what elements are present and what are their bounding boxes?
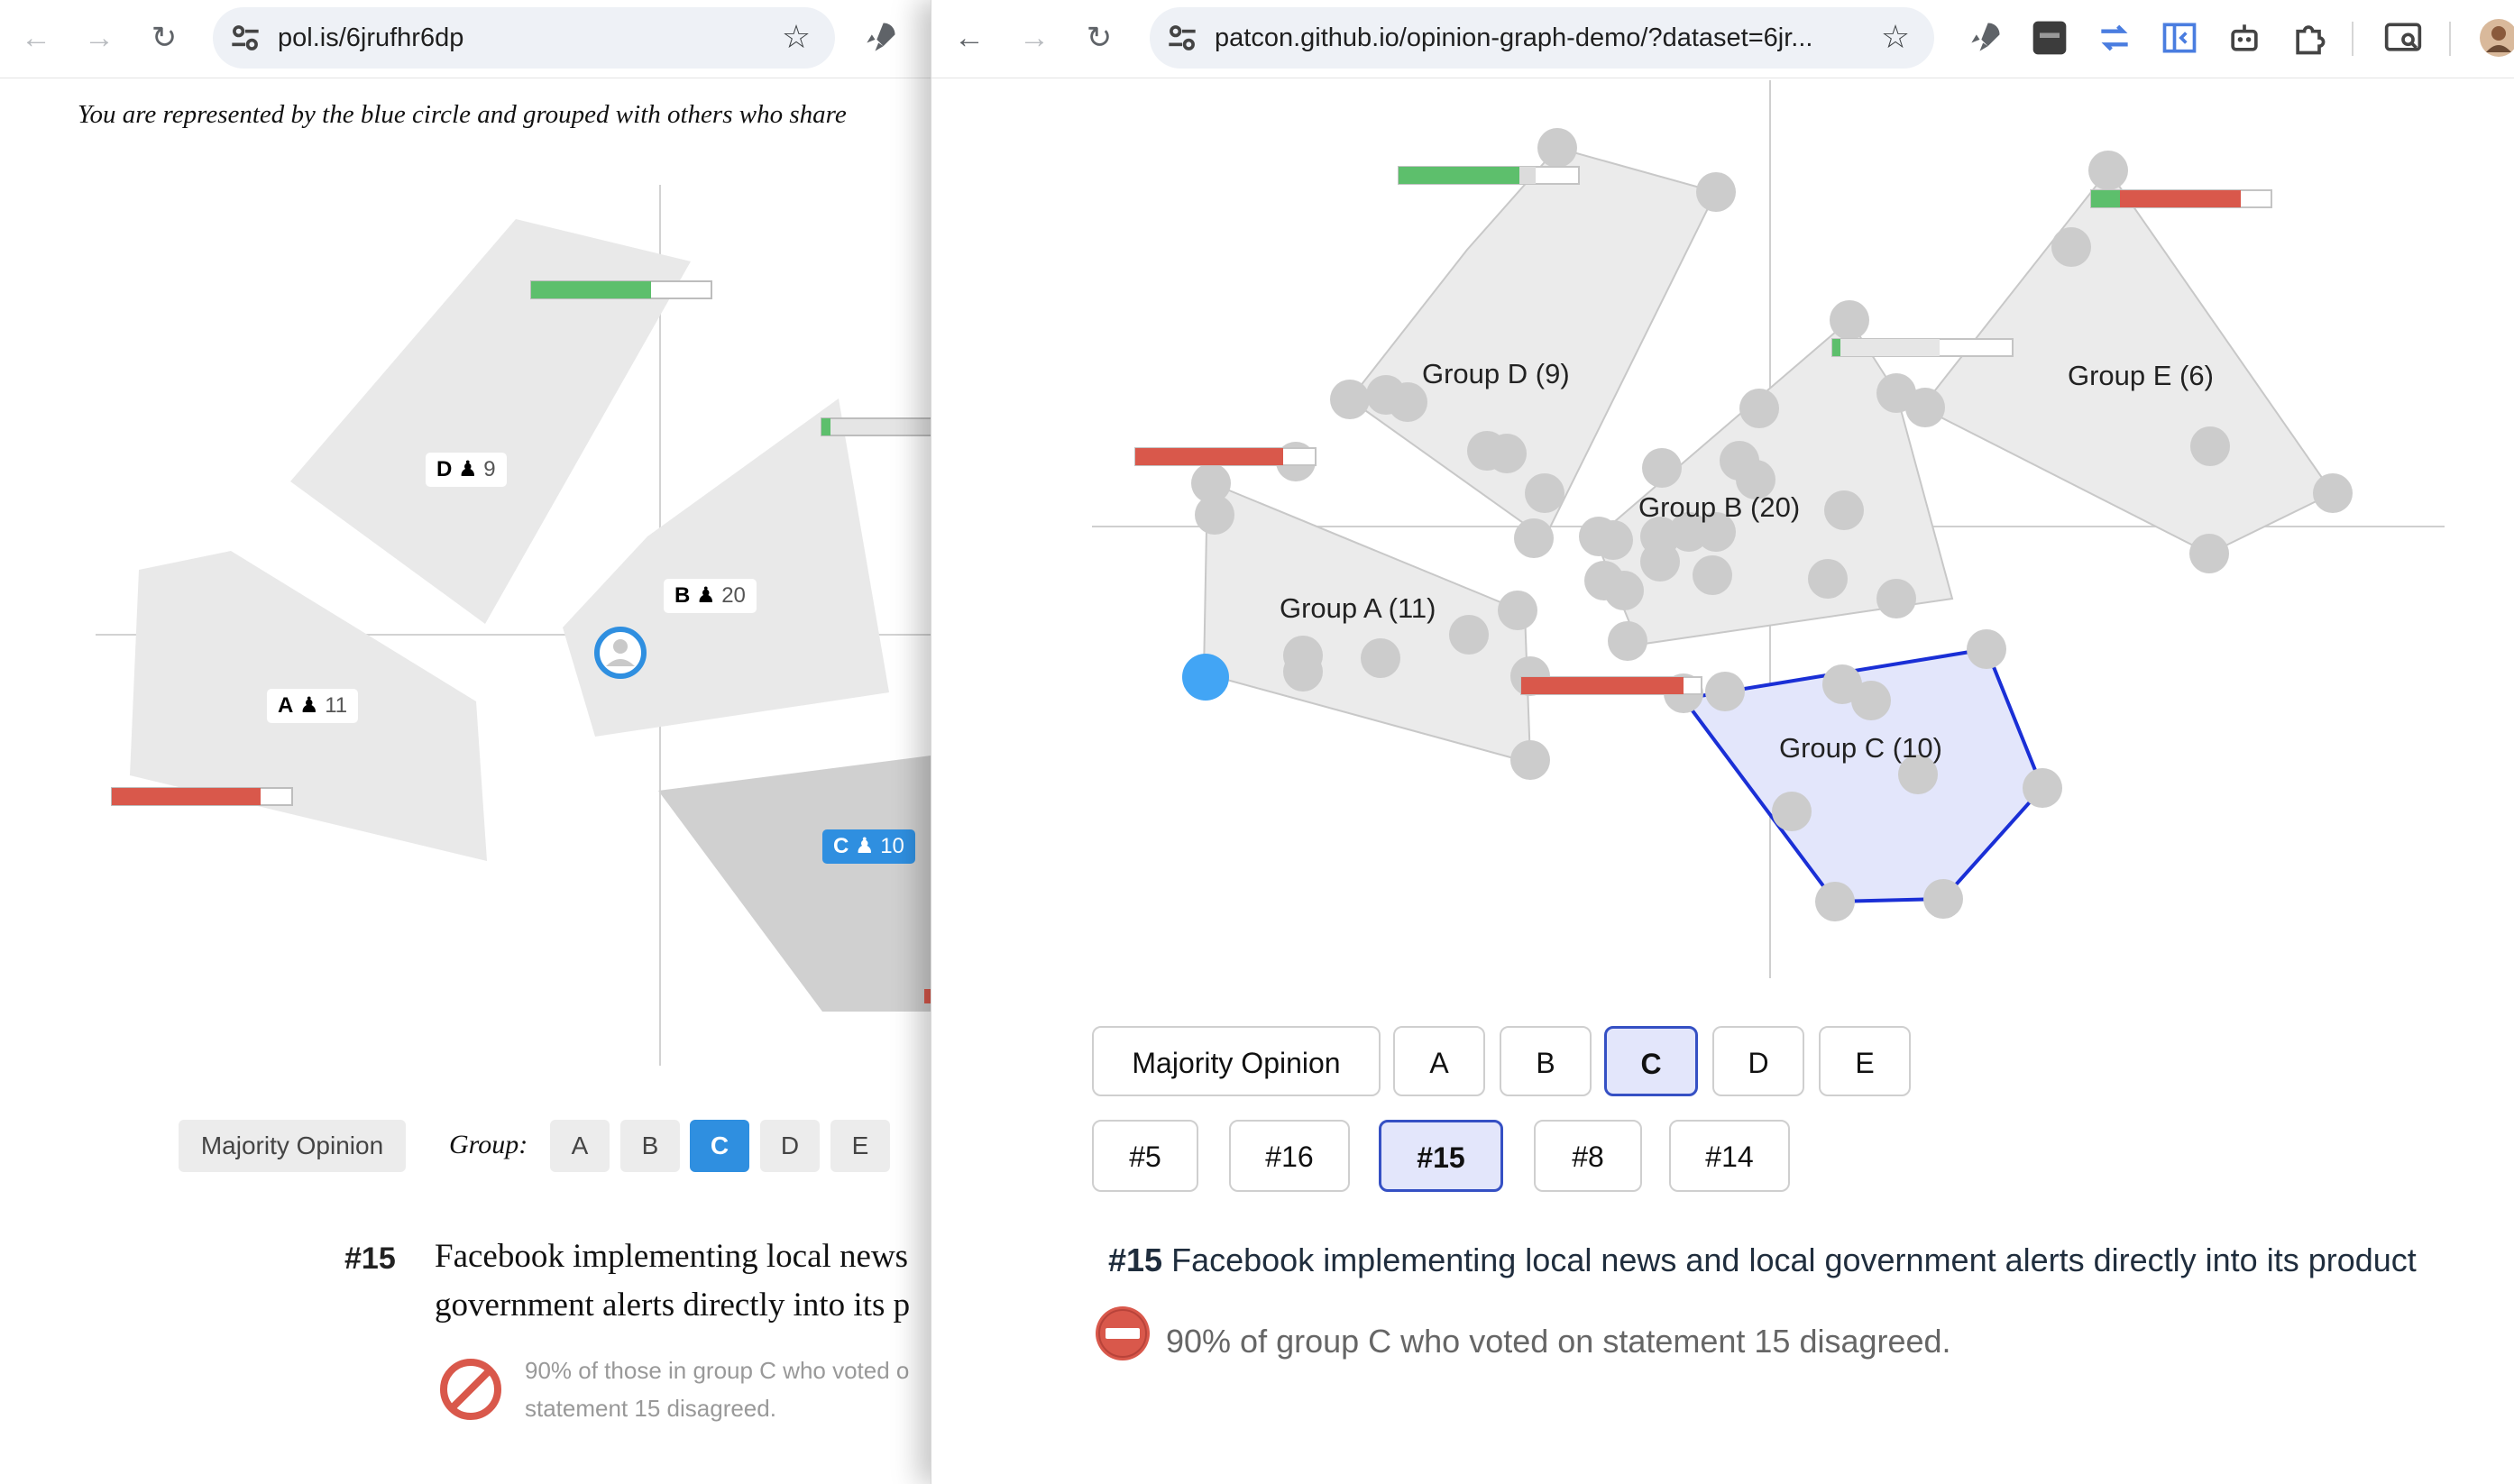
sidebar-extension-icon[interactable] xyxy=(2160,18,2199,58)
badge-c-letter: C xyxy=(833,834,849,858)
polis-group-label: Group: xyxy=(449,1130,528,1159)
left-address-bar[interactable]: pol.is/6jrufhr6dp ☆ xyxy=(213,7,835,69)
badge-b-count: 20 xyxy=(721,583,746,608)
badge-d-letter: D xyxy=(436,457,453,481)
polis-bar-b xyxy=(821,417,938,436)
polis-user-marker xyxy=(594,627,647,679)
demo-label-group-d: Group D (9) xyxy=(1422,358,1570,389)
site-settings-icon[interactable] xyxy=(1162,18,1202,58)
no-entry-icon xyxy=(1096,1306,1150,1360)
reload-icon[interactable]: ↻ xyxy=(144,18,184,58)
demo-bar-b xyxy=(1831,338,2014,357)
polis-badge-b[interactable]: B ♟ 20 xyxy=(664,579,757,613)
polis-content: You are represented by the blue circle a… xyxy=(0,78,938,1484)
polis-badge-c[interactable]: C ♟ 10 xyxy=(822,829,915,864)
polis-badge-a[interactable]: A ♟ 11 xyxy=(267,689,359,723)
demo-statement-button-5[interactable]: #5 xyxy=(1092,1120,1198,1192)
demo-statement-button-16[interactable]: #16 xyxy=(1229,1120,1350,1192)
people-icon: ♟ xyxy=(452,457,484,481)
polis-group-button-c[interactable]: C xyxy=(690,1120,749,1172)
polis-group-button-e[interactable]: E xyxy=(830,1120,890,1172)
right-url-text: patcon.github.io/opinion-graph-demo/?dat… xyxy=(1215,23,1813,52)
polis-bar-d xyxy=(530,280,712,299)
polis-hull-b[interactable] xyxy=(563,398,889,737)
polis-group-button-d[interactable]: D xyxy=(760,1120,820,1172)
polis-hull-c[interactable] xyxy=(658,755,938,1012)
demo-opinion-graph xyxy=(1092,80,2445,978)
demo-bar-a xyxy=(1134,447,1317,466)
polis-group-button-b[interactable]: B xyxy=(620,1120,680,1172)
demo-statement-button-8[interactable]: #8 xyxy=(1534,1120,1642,1192)
bookmark-star-icon[interactable]: ☆ xyxy=(1875,16,1916,58)
left-browser-toolbar: ← → ↻ pol.is/6jrufhr6dp ☆ xyxy=(0,0,938,78)
polis-note-line-1: 90% of those in group C who voted o xyxy=(525,1357,910,1384)
site-settings-icon[interactable] xyxy=(225,18,265,58)
sync-extension-icon[interactable] xyxy=(2095,18,2134,58)
demo-statement-number: #15 xyxy=(1108,1241,1163,1278)
demo-majority-opinion-button[interactable]: Majority Opinion xyxy=(1092,1026,1381,1096)
demo-label-group-c: Group C (10) xyxy=(1779,732,1942,764)
demo-group-button-c[interactable]: C xyxy=(1604,1026,1698,1096)
demo-label-group-e: Group E (6) xyxy=(2068,360,2214,391)
demo-statement-button-15[interactable]: #15 xyxy=(1379,1120,1503,1192)
forward-arrow-icon[interactable]: → xyxy=(79,18,119,58)
bookmark-star-icon[interactable]: ☆ xyxy=(775,16,817,58)
people-icon: ♟ xyxy=(293,693,326,718)
puzzle-extensions-icon[interactable] xyxy=(2289,18,2329,58)
badge-d-count: 9 xyxy=(483,457,496,481)
right-address-bar[interactable]: patcon.github.io/opinion-graph-demo/?dat… xyxy=(1150,7,1934,69)
badge-a-letter: A xyxy=(278,693,294,718)
demo-group-button-a[interactable]: A xyxy=(1393,1026,1485,1096)
demo-statement-button-14[interactable]: #14 xyxy=(1669,1120,1790,1192)
polis-badge-d[interactable]: D ♟ 9 xyxy=(426,453,507,487)
left-browser-window: ← → ↻ pol.is/6jrufhr6dp ☆ You are repres… xyxy=(0,0,938,1484)
demo-bar-c xyxy=(1520,676,1702,695)
people-icon: ♟ xyxy=(849,834,881,858)
demo-bar-e xyxy=(2090,189,2272,208)
demo-bar-d xyxy=(1398,166,1580,185)
people-icon: ♟ xyxy=(690,583,722,608)
prohibited-icon xyxy=(440,1359,501,1420)
polis-statement-number: #15 xyxy=(344,1241,396,1276)
forward-arrow-icon[interactable]: → xyxy=(1014,18,1054,58)
polis-opinion-map xyxy=(96,185,938,1066)
polis-statement-line-2: government alerts directly into its p xyxy=(435,1287,911,1324)
profile-avatar[interactable] xyxy=(2479,18,2514,58)
polis-bar-a xyxy=(111,787,293,806)
demo-statement: #15 Facebook implementing local news and… xyxy=(1108,1241,2417,1279)
rocket-extension-icon[interactable] xyxy=(1965,18,2005,58)
back-arrow-icon[interactable]: ← xyxy=(16,18,56,58)
demo-group-button-e[interactable]: E xyxy=(1819,1026,1911,1096)
demo-label-group-a: Group A (11) xyxy=(1280,592,1436,624)
demo-group-button-b[interactable]: B xyxy=(1500,1026,1592,1096)
badge-a-count: 11 xyxy=(325,693,348,718)
badge-b-letter: B xyxy=(674,583,691,608)
right-browser-toolbar: ← → ↻ patcon.github.io/opinion-graph-dem… xyxy=(931,0,2514,78)
tab-search-icon[interactable] xyxy=(2383,18,2423,58)
demo-label-group-b: Group B (20) xyxy=(1638,491,1801,523)
reload-icon[interactable]: ↻ xyxy=(1079,18,1119,58)
polis-statement-line-1: Facebook implementing local news xyxy=(435,1238,909,1275)
toolbar-divider xyxy=(2449,22,2451,56)
demo-group-button-d[interactable]: D xyxy=(1712,1026,1804,1096)
left-url-text: pol.is/6jrufhr6dp xyxy=(278,23,464,52)
dark-extension-icon[interactable] xyxy=(2030,18,2069,58)
demo-vote-note: 90% of group C who voted on statement 15… xyxy=(1166,1323,1951,1360)
back-arrow-icon[interactable]: ← xyxy=(950,18,989,58)
rocket-extension-icon[interactable] xyxy=(860,18,900,58)
badge-c-count: 10 xyxy=(880,834,904,858)
toolbar-divider xyxy=(2352,22,2353,56)
demo-user-dot xyxy=(1182,654,1229,701)
demo-statement-text: Facebook implementing local news and loc… xyxy=(1171,1241,2417,1278)
right-browser-window: ← → ↻ patcon.github.io/opinion-graph-dem… xyxy=(931,0,2514,1484)
polis-note-line-2: statement 15 disagreed. xyxy=(525,1395,776,1422)
demo-content: Group D (9) Group B (20) Group E (6) Gro… xyxy=(931,78,2514,1484)
polis-majority-opinion-button[interactable]: Majority Opinion xyxy=(179,1120,406,1172)
polis-group-button-a[interactable]: A xyxy=(550,1120,610,1172)
robot-extension-icon[interactable] xyxy=(2225,18,2264,58)
